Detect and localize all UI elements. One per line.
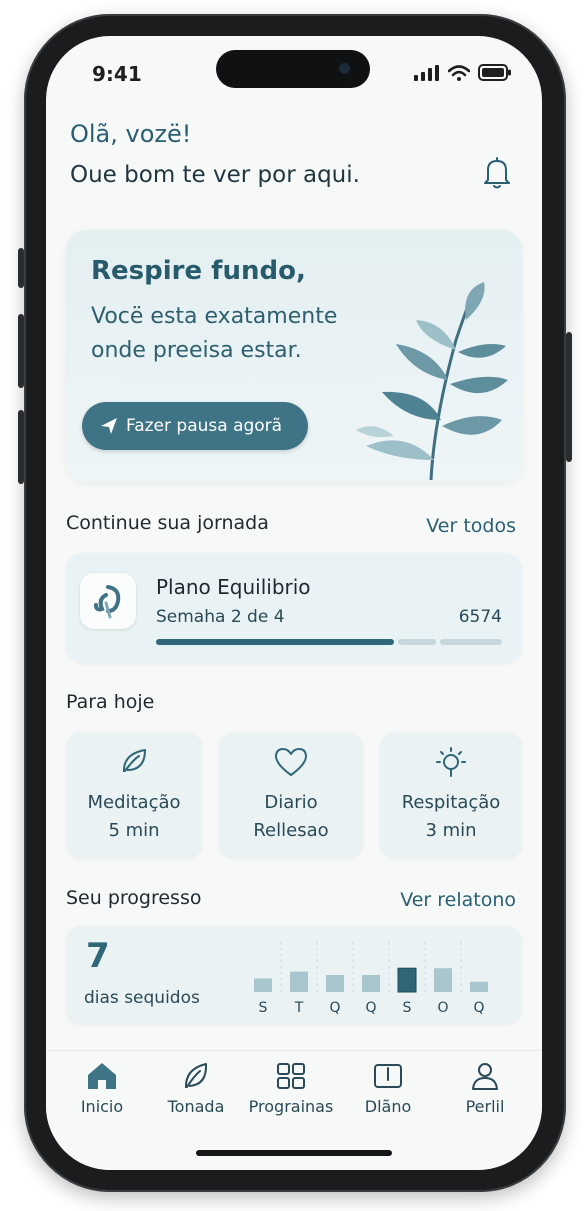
- bell-icon[interactable]: [482, 156, 512, 190]
- tab-tonada[interactable]: Tonada: [148, 1059, 244, 1116]
- status-time: 9:41: [92, 62, 142, 86]
- hero-title: Respire fundo,: [91, 256, 306, 286]
- progress-segment: [398, 639, 436, 645]
- balance-logo-icon: [94, 585, 121, 619]
- volume-up-button: [18, 314, 24, 388]
- plant-illustration: [356, 282, 508, 480]
- dynamic-island: [216, 50, 370, 88]
- today-card-title: Diario: [264, 792, 318, 813]
- camera: [339, 63, 350, 74]
- pause-now-label: Fazer pausa agorã: [126, 416, 283, 436]
- chart-bar: [397, 967, 417, 993]
- chart-day-label: S: [403, 1000, 412, 1016]
- chart-bar: [254, 978, 272, 992]
- weekly-progress-chart: STQQSOQ: [254, 942, 488, 1016]
- chart-bar: [362, 975, 380, 992]
- signal-icon: [414, 64, 439, 81]
- chart-day-label: S: [259, 1000, 268, 1016]
- tab-home[interactable]: Inicio: [54, 1059, 150, 1116]
- tab-label: Perlil: [465, 1097, 505, 1116]
- plan-week: Semaha 2 de 4: [156, 607, 285, 627]
- home-indicator: [196, 1150, 392, 1156]
- chart-bar: [470, 981, 488, 992]
- tab-label: Prograinas: [248, 1097, 334, 1116]
- today-card-title: Respitação: [401, 792, 501, 813]
- progress-card: 7 dias sequidos S T Q Q S O Q: [66, 926, 522, 1024]
- greeting-subtitle: Oue bom te ver por aqui.: [70, 162, 360, 188]
- chart-day-label: O: [437, 1000, 448, 1016]
- power-button: [566, 332, 572, 462]
- chart-day-label: Q: [473, 1000, 484, 1016]
- hero-text-line-1: Vocë esta exatamente: [91, 304, 338, 329]
- today-card-subtitle: 3 min: [425, 820, 477, 841]
- today-card-meditation[interactable]: Meditação 5 min: [66, 732, 202, 858]
- send-arrow-icon: [101, 418, 117, 434]
- chart-day-label: Q: [365, 1000, 376, 1016]
- volume-down-button: [18, 410, 24, 484]
- plan-number: 6574: [458, 607, 502, 627]
- heart-icon: [275, 748, 307, 776]
- plan-title: Plano Equilibrio: [156, 575, 311, 599]
- sun-icon: [436, 747, 466, 777]
- see-all-link[interactable]: Ver todos: [426, 515, 516, 537]
- journey-section-title: Continue sua jornada: [66, 512, 269, 534]
- status-icons: [414, 64, 512, 81]
- tab-profile[interactable]: Perlil: [437, 1059, 533, 1116]
- mute-switch: [18, 248, 24, 288]
- tab-label: Tonada: [167, 1097, 225, 1116]
- leaf-icon: [184, 1063, 208, 1089]
- chart-day-label: T: [294, 1000, 304, 1016]
- plan-logo: [80, 573, 136, 629]
- chart-bar: [434, 968, 452, 992]
- progress-section-title: Seu progresso: [66, 887, 202, 909]
- home-icon: [88, 1063, 116, 1089]
- user-icon: [472, 1063, 498, 1090]
- greeting: Olã, vozë!: [70, 120, 192, 148]
- streak-label: dias sequidos: [84, 988, 200, 1008]
- leaf-icon: [122, 749, 146, 773]
- progress-segment: [156, 639, 394, 645]
- tab-diary[interactable]: Dlãno: [340, 1059, 436, 1116]
- pause-now-button[interactable]: Fazer pausa agorã: [82, 402, 308, 450]
- grid-icon: [277, 1063, 305, 1089]
- tab-label: Dlãno: [364, 1097, 412, 1116]
- screen: 9:41 Olã, vozë! Oue bom te ver por aqui.…: [46, 36, 542, 1170]
- today-card-title: Meditação: [87, 792, 181, 813]
- battery-icon: [478, 64, 511, 81]
- tab-label: Inicio: [80, 1097, 124, 1116]
- report-link[interactable]: Ver relatono: [400, 889, 516, 911]
- plan-card[interactable]: Plano Equilibrio Semaha 2 de 4 6574: [66, 553, 522, 663]
- progress-segment: [440, 639, 502, 645]
- hero-text-line-2: onde preeisa estar.: [91, 338, 302, 363]
- today-card-subtitle: Rellesao: [253, 820, 329, 841]
- tab-programs[interactable]: Prograinas: [243, 1059, 339, 1116]
- chart-day-label: Q: [329, 1000, 340, 1016]
- chart-bar: [326, 975, 344, 992]
- hero-card: Respire fundo, Vocë esta exatamente onde…: [66, 230, 522, 482]
- wifi-icon: [448, 64, 470, 81]
- today-section-title: Para hoje: [66, 691, 155, 713]
- today-card-breathing[interactable]: Respitação 3 min: [380, 732, 522, 858]
- streak-count: 7: [86, 936, 110, 976]
- today-card-journal[interactable]: Diario Rellesao: [219, 732, 363, 858]
- chart-bar: [290, 971, 308, 992]
- plan-progress-bar: [156, 639, 502, 645]
- today-card-subtitle: 5 min: [108, 820, 160, 841]
- book-icon: [374, 1064, 402, 1088]
